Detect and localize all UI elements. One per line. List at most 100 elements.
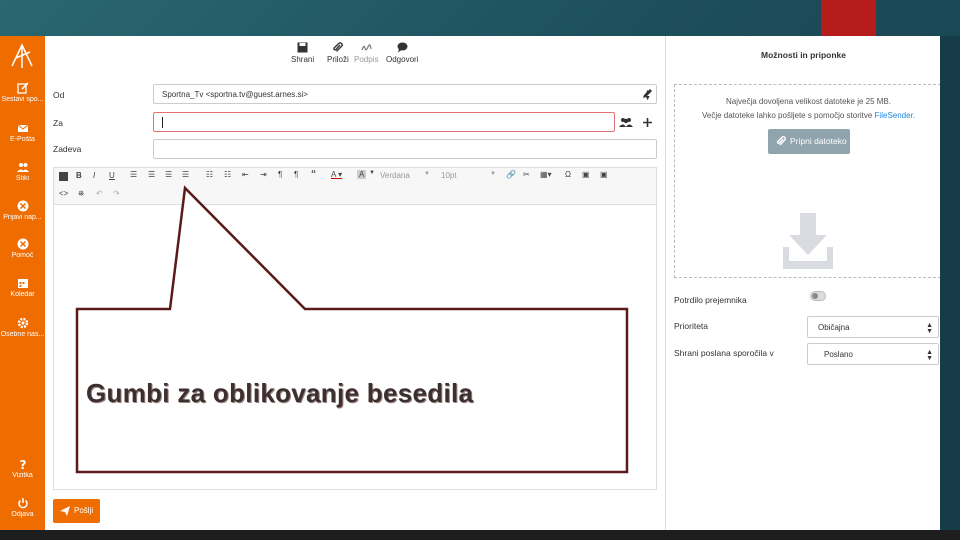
indent-icon[interactable]: ⇥ [260, 170, 267, 179]
help-circle-icon [17, 238, 28, 250]
sidebar-item-mail[interactable]: E-Pošta [0, 122, 45, 143]
chevron-down-icon: ▼ [424, 171, 430, 177]
find-replace-icon[interactable]: ⛯ [78, 189, 84, 199]
save-sent-label: Shrani poslana sporočila v [674, 348, 774, 358]
priority-select[interactable]: Običajna ▲ ▼ [807, 316, 939, 338]
read-receipt-toggle[interactable] [810, 291, 826, 301]
signature-icon [361, 44, 372, 51]
sidebar-item-label: Osebne nas... [0, 331, 45, 338]
compose-icon [16, 82, 29, 94]
from-value: Sportna_Tv <sportna.tv@guest.arnes.si> [162, 90, 308, 99]
sidebar-item-label: Odjava [11, 511, 34, 518]
underline-button[interactable]: U [109, 171, 115, 180]
sidebar-item-logout[interactable]: Odjava [0, 497, 45, 518]
download-icon [783, 213, 833, 269]
sidebar-item-label: Vizitka [12, 472, 33, 479]
slide-decoration [821, 0, 876, 36]
sidebar-item-report-bug[interactable]: Prijavi nap... [0, 200, 45, 221]
chevron-down-icon: ▼ [369, 170, 375, 176]
save-button[interactable]: Shrani [291, 42, 314, 64]
ltr-icon[interactable]: ¶ [278, 170, 282, 179]
priority-label: Prioriteta [674, 321, 709, 331]
align-left-icon[interactable]: ☰ [130, 170, 137, 179]
edit-pencil-icon[interactable] [641, 88, 653, 100]
calendar-icon [17, 279, 28, 288]
rtl-icon[interactable]: ¶ [294, 170, 298, 179]
sidebar: Sestavi spo... E-Pošta Stiki Prijavi nap… [0, 36, 45, 530]
image-icon[interactable]: ▣ [582, 170, 590, 179]
compose-area: Shrani Priloži Podpis Odgovori Od Sportn… [45, 36, 665, 530]
reply-button[interactable]: Odgovori [386, 42, 418, 64]
media-icon[interactable]: ▣ [600, 170, 608, 179]
attach-file-button[interactable]: Pripni datoteko [768, 129, 850, 154]
align-center-icon[interactable]: ☰ [148, 170, 155, 179]
address-book-icon[interactable] [619, 117, 633, 128]
mail-icon [17, 124, 28, 132]
bullet-list-icon[interactable]: ☷ [206, 170, 213, 179]
link-icon[interactable]: 🔗 [506, 170, 516, 179]
save-sent-select[interactable]: Poslano ▲ ▼ [807, 343, 939, 365]
signature-button[interactable]: Podpis [354, 42, 378, 64]
question-icon: ? [19, 458, 26, 470]
slide-edge [940, 36, 960, 530]
select-arrows-icon: ▲▼ [926, 349, 933, 362]
sidebar-item-calendar[interactable]: Koledar [0, 277, 45, 298]
text-cursor [162, 117, 163, 128]
slide-bottom-bar [0, 530, 960, 540]
contacts-icon [16, 163, 29, 172]
outdent-icon[interactable]: ⇤ [242, 170, 249, 179]
plus-icon[interactable] [642, 117, 653, 128]
italic-button[interactable]: I [93, 171, 95, 180]
from-select[interactable]: Sportna_Tv <sportna.tv@guest.arnes.si> ▲… [153, 84, 657, 104]
paperclip-icon [776, 136, 786, 146]
sidebar-item-settings[interactable]: Osebne nas... [0, 317, 45, 338]
blockquote-icon[interactable]: “ [311, 169, 316, 180]
unlink-icon[interactable]: ✂ [523, 170, 530, 179]
numbered-list-icon[interactable]: ☷ [224, 170, 231, 179]
to-label: Za [53, 118, 63, 128]
logo-icon [11, 43, 33, 68]
redo-icon[interactable]: ↷ [113, 189, 120, 198]
from-label: Od [53, 90, 65, 100]
max-size-text: Največja dovoljena velikost datoteke je … [726, 97, 891, 106]
large-files-text: Večje datoteke lahko pošljete s pomočjo … [701, 111, 916, 120]
sidebar-item-contacts[interactable]: Stiki [0, 161, 45, 182]
svg-text:?: ? [19, 458, 26, 470]
read-receipt-label: Potrdilo prejemnika [674, 295, 747, 305]
align-justify-icon[interactable]: ☰ [182, 170, 189, 179]
options-title: Možnosti in priponke [761, 50, 846, 60]
sidebar-item-label: Koledar [10, 291, 35, 298]
paper-plane-icon [60, 506, 70, 516]
webmail-window: Sestavi spo... E-Pošta Stiki Prijavi nap… [0, 36, 940, 530]
options-panel: Možnosti in priponke Največja dovoljena … [665, 36, 940, 530]
gear-icon [17, 317, 28, 329]
select-arrows-icon: ▲▼ [926, 322, 933, 335]
background-color-icon[interactable]: A [357, 170, 367, 179]
subject-input[interactable] [153, 139, 657, 159]
paperclip-icon [333, 42, 344, 52]
text-color-icon[interactable]: A ▾ [331, 170, 342, 179]
source-icon[interactable] [59, 172, 68, 181]
undo-icon[interactable]: ↶ [96, 189, 103, 198]
send-button[interactable]: Pošlji [53, 499, 100, 523]
to-input[interactable] [153, 112, 615, 132]
message-body-editor[interactable] [53, 205, 657, 490]
sidebar-item-label: Stiki [15, 175, 30, 182]
filesender-link[interactable]: FileSender. [875, 111, 915, 120]
table-icon[interactable]: ▦▾ [540, 170, 552, 179]
formatting-toolbar: B I U ☰ ☰ ☰ ☰ ☷ ☷ ⇤ ⇥ ¶ ¶ “ A ▾ A ▼ Verd… [53, 167, 657, 205]
sidebar-item-help[interactable]: Pomoč [0, 238, 45, 259]
sidebar-item-label: E-Pošta [10, 136, 35, 143]
align-right-icon[interactable]: ☰ [165, 170, 172, 179]
speech-bubble-icon [397, 42, 408, 53]
attach-button[interactable]: Priloži [327, 42, 349, 64]
power-icon [17, 498, 28, 509]
attachment-dropzone[interactable]: Največja dovoljena velikost datoteke je … [674, 84, 940, 278]
html-source-icon[interactable]: <> [59, 189, 68, 198]
sidebar-item-business-card[interactable]: ? Vizitka [0, 458, 45, 479]
sidebar-item-compose[interactable]: Sestavi spo... [0, 82, 45, 103]
font-size-select[interactable]: 10pt [441, 171, 457, 180]
special-char-icon[interactable]: Ω [565, 170, 571, 179]
bold-button[interactable]: B [76, 171, 82, 180]
sidebar-item-label: Pomoč [11, 252, 34, 259]
